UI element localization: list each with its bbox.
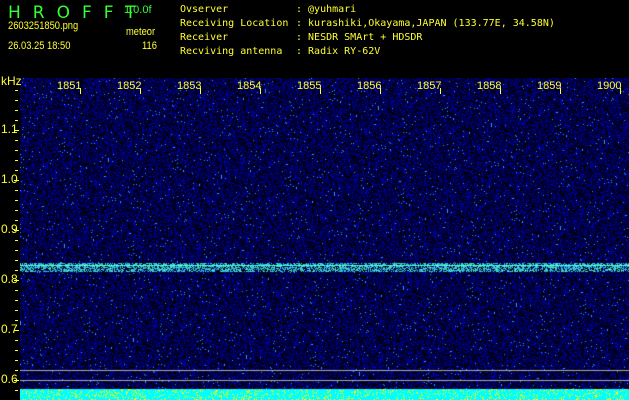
y-tick-mark bbox=[14, 280, 19, 281]
y-tick-mark bbox=[15, 350, 18, 351]
mode-label: meteor bbox=[126, 26, 156, 38]
y-tick-mark bbox=[14, 180, 19, 181]
y-tick-mark bbox=[15, 290, 18, 291]
y-tick-mark bbox=[15, 190, 18, 191]
x-tick-mark bbox=[560, 88, 561, 94]
antenna-label: Recviving antenna bbox=[180, 46, 283, 57]
antenna-value: : Radix RY-62V bbox=[296, 46, 381, 57]
y-tick-mark bbox=[14, 380, 19, 381]
y-tick-mark bbox=[15, 220, 18, 221]
y-tick-mark bbox=[15, 90, 18, 91]
x-tick-mark bbox=[140, 88, 141, 94]
x-tick-mark bbox=[380, 88, 381, 94]
observer-label: Ovserver bbox=[180, 4, 229, 15]
x-tick-mark bbox=[620, 88, 621, 94]
datetime-label: 26.03.25 18:50 bbox=[8, 40, 71, 52]
y-tick-label: 1.0 bbox=[1, 172, 18, 186]
y-tick-mark bbox=[15, 200, 18, 201]
y-tick-label: 1.1 bbox=[1, 122, 18, 136]
y-tick-label: 0.9 bbox=[1, 222, 18, 236]
y-tick-mark bbox=[15, 250, 18, 251]
x-tick-label: 1859 bbox=[537, 80, 562, 92]
x-tick-label: 1851 bbox=[57, 80, 82, 92]
location-label: Receiving Location bbox=[180, 18, 289, 29]
y-tick-label: 0.8 bbox=[1, 272, 18, 286]
x-tick-label: 1858 bbox=[477, 80, 502, 92]
count-label: 116 bbox=[142, 40, 157, 52]
filename-label: 2603251850.png bbox=[8, 20, 79, 32]
y-tick-mark bbox=[15, 260, 18, 261]
receiver-label: Receiver bbox=[180, 32, 229, 43]
y-tick-mark bbox=[15, 360, 18, 361]
version-label: 1.0.0f bbox=[124, 4, 152, 16]
x-tick-label: 1856 bbox=[357, 80, 382, 92]
x-tick-mark bbox=[200, 88, 201, 94]
x-tick-label: 1857 bbox=[417, 80, 442, 92]
y-tick-mark bbox=[15, 310, 18, 311]
observer-value: : @yuhmari bbox=[296, 4, 357, 15]
spectrogram bbox=[20, 78, 629, 400]
y-tick-mark bbox=[15, 170, 18, 171]
y-tick-mark bbox=[14, 230, 19, 231]
y-tick-mark bbox=[14, 130, 19, 131]
x-tick-label: 1852 bbox=[117, 80, 142, 92]
y-tick-mark bbox=[15, 110, 18, 111]
x-tick-mark bbox=[440, 88, 441, 94]
x-tick-mark bbox=[320, 88, 321, 94]
y-tick-mark bbox=[14, 330, 19, 331]
y-tick-mark bbox=[15, 300, 18, 301]
x-tick-label: 1853 bbox=[177, 80, 202, 92]
x-tick-label: 1854 bbox=[237, 80, 262, 92]
x-tick-mark bbox=[500, 88, 501, 94]
location-value: : kurashiki,Okayama,JAPAN (133.77E, 34.5… bbox=[296, 18, 555, 29]
y-tick-label: 0.7 bbox=[1, 322, 18, 336]
x-tick-mark bbox=[80, 88, 81, 94]
y-tick-mark bbox=[15, 100, 18, 101]
y-tick-mark bbox=[15, 320, 18, 321]
x-tick-mark bbox=[260, 88, 261, 94]
x-tick-label: 1900 bbox=[597, 80, 622, 92]
y-tick-mark bbox=[15, 160, 18, 161]
y-tick-label: 0.6 bbox=[1, 372, 18, 386]
y-tick-mark bbox=[15, 140, 18, 141]
y-tick-mark bbox=[15, 390, 18, 391]
y-tick-mark bbox=[15, 240, 18, 241]
y-tick-mark bbox=[15, 340, 18, 341]
y-unit-label: kHz bbox=[1, 74, 22, 88]
receiver-value: : NESDR SMArt + HDSDR bbox=[296, 32, 423, 43]
y-tick-mark bbox=[15, 150, 18, 151]
y-tick-mark bbox=[15, 120, 18, 121]
y-tick-mark bbox=[15, 210, 18, 211]
x-tick-label: 1855 bbox=[297, 80, 322, 92]
y-tick-mark bbox=[15, 370, 18, 371]
y-tick-mark bbox=[15, 270, 18, 271]
